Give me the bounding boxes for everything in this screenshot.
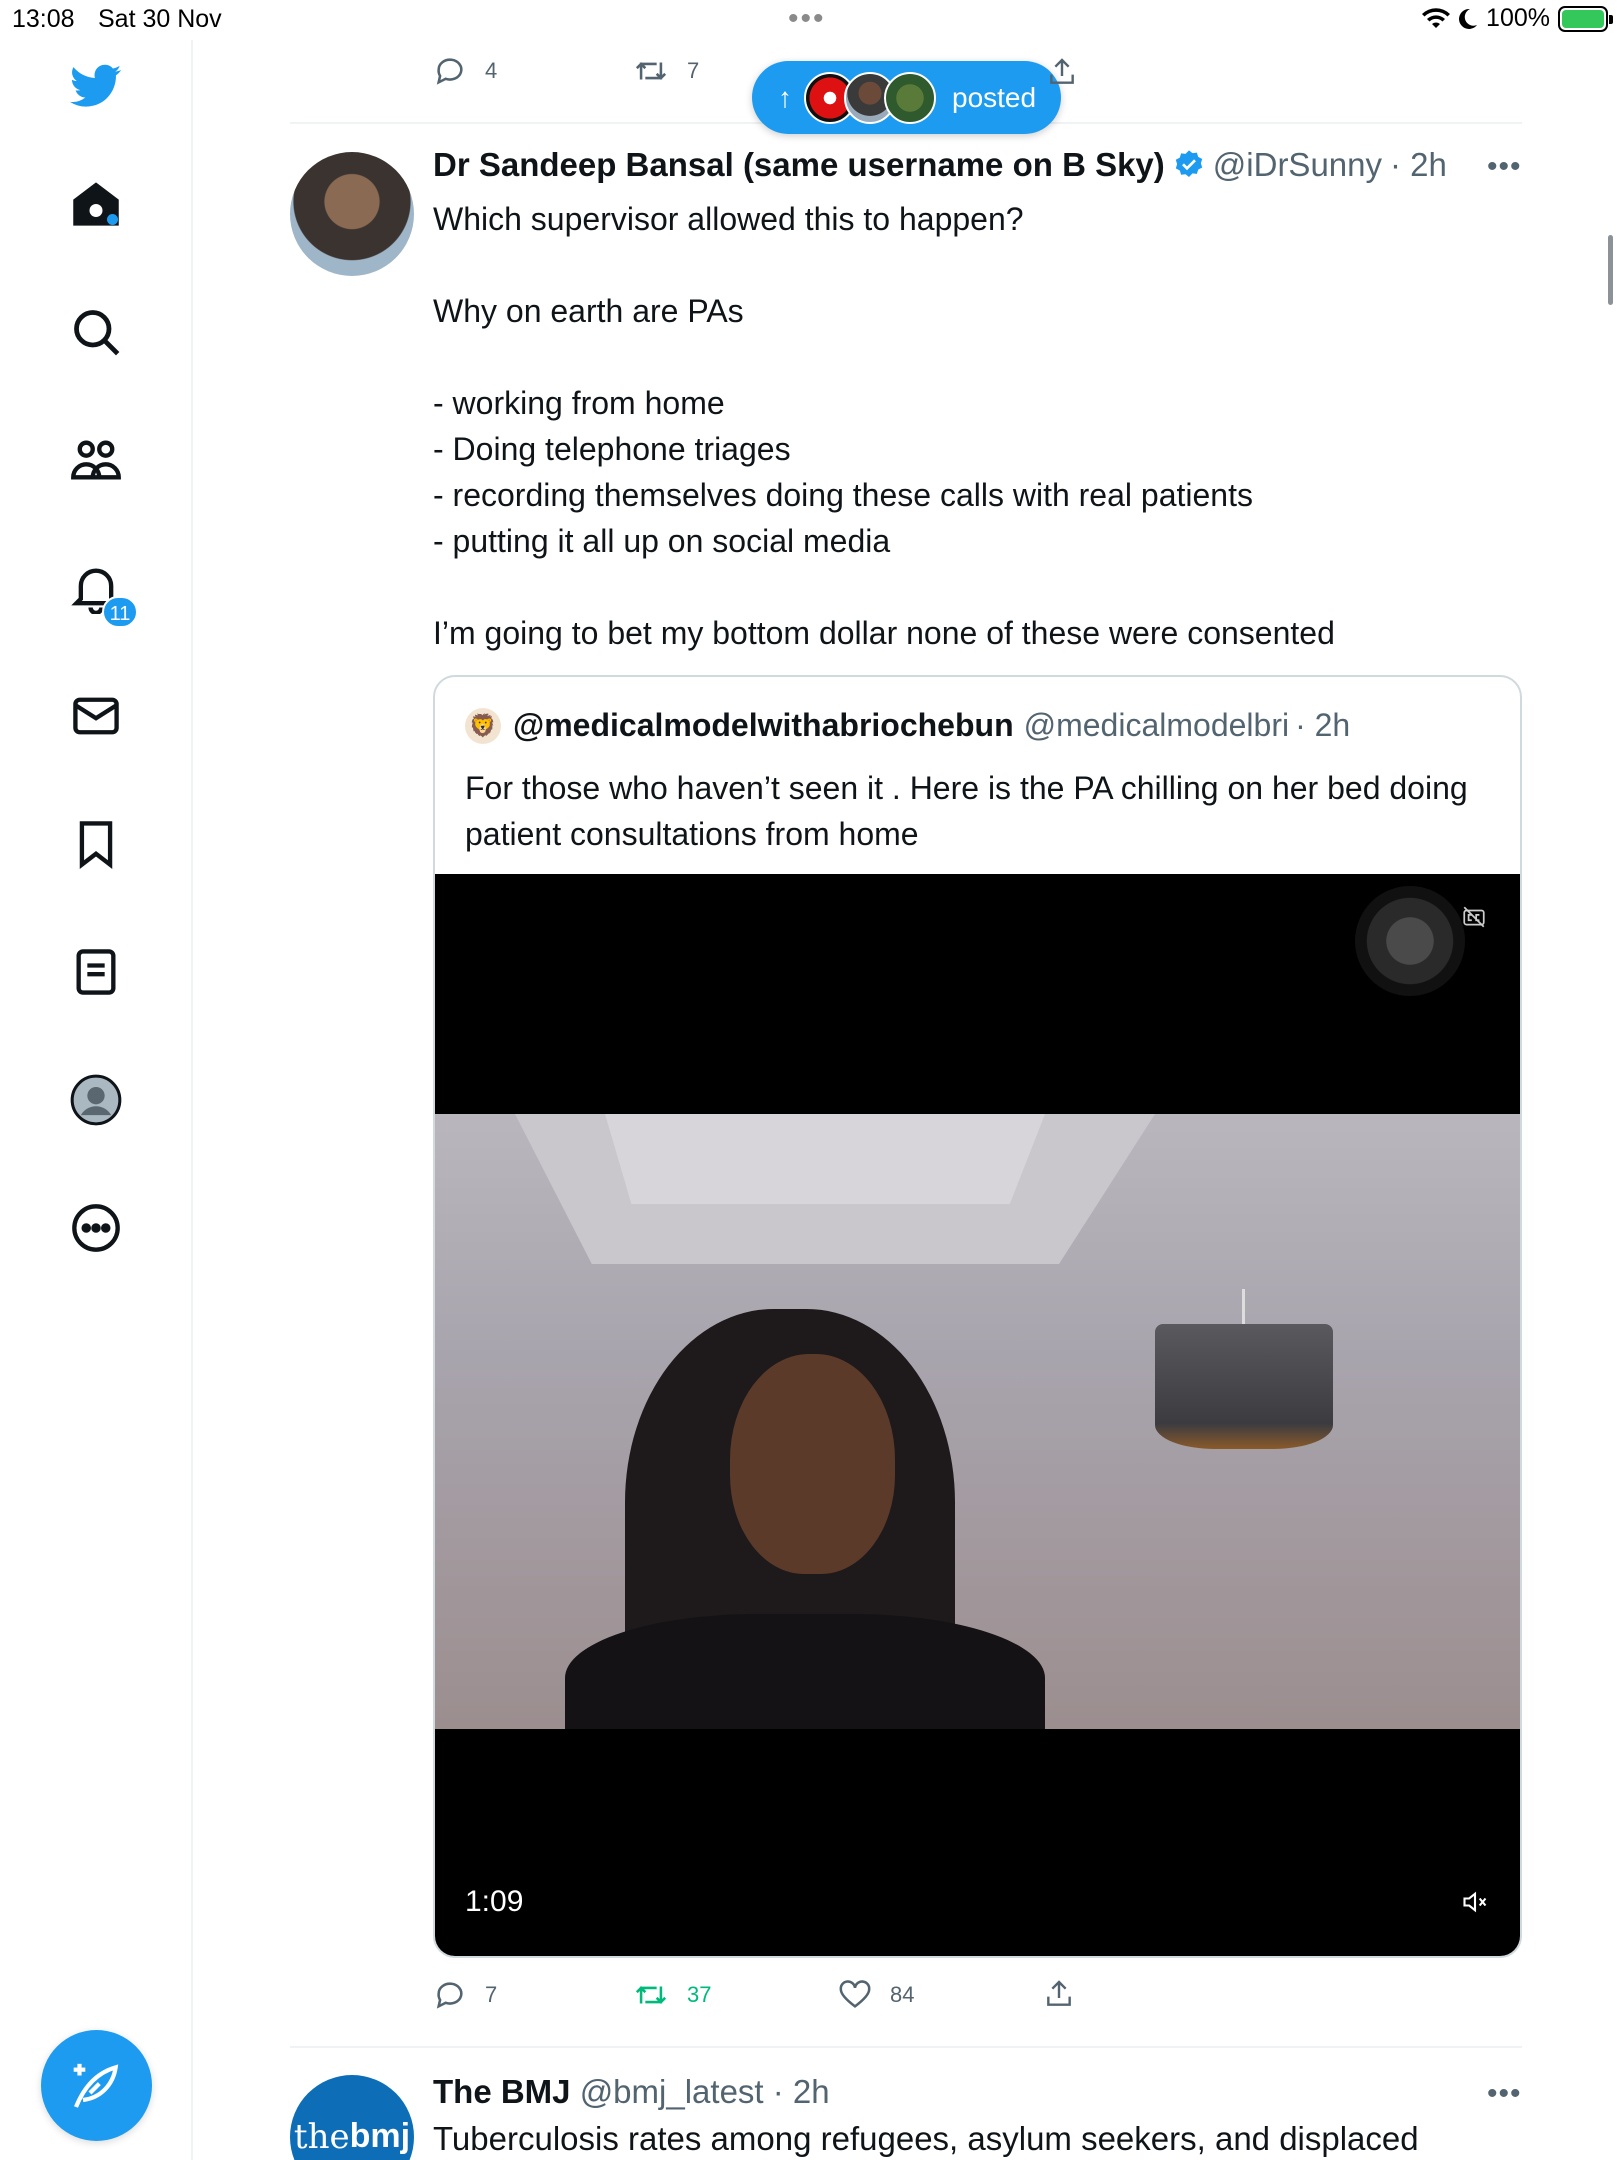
multitasking-dots-icon[interactable]: ••• <box>788 2 826 36</box>
retweet-button[interactable]: 7 <box>633 54 699 88</box>
quoted-tweet-header: 🦁 @medicalmodelwithabriochebun @medicalm… <box>465 707 1350 744</box>
reply-button[interactable]: 7 <box>433 1978 497 2012</box>
tweet-divider <box>290 2046 1522 2048</box>
compose-icon <box>73 2063 118 2108</box>
video-frame <box>435 1114 1520 1729</box>
tweet-paragraph: - working from home - Doing telephone tr… <box>433 385 1253 559</box>
captions-icon[interactable] <box>1461 904 1487 930</box>
quoted-author-avatar: 🦁 <box>465 707 501 744</box>
author-avatar[interactable] <box>290 152 414 276</box>
tweet-paragraph: Why on earth are PAs <box>433 293 744 329</box>
next-author-name[interactable]: The BMJ <box>433 2073 571 2110</box>
poster-avatar <box>884 71 936 124</box>
mute-icon[interactable] <box>1461 1888 1489 1916</box>
retweet-button[interactable]: 37 <box>633 1978 711 2012</box>
quoted-author-handle: @medicalmodelbri <box>1023 707 1290 743</box>
tweet-time: · 2h <box>1390 146 1447 183</box>
bmj-avatar-text-a: the <box>293 2117 350 2157</box>
tweet-text: Which supervisor allowed this to happen?… <box>433 196 1513 656</box>
sidebar: 11 <box>0 40 193 2160</box>
bookmarks-icon[interactable] <box>70 818 122 870</box>
home-unread-dot <box>107 214 118 225</box>
retweet-icon <box>635 1986 667 2004</box>
battery-charging-icon <box>1558 5 1613 32</box>
video-scene-lamp <box>1155 1324 1333 1449</box>
quoted-author-name: @medicalmodelwithabriochebun <box>513 707 1014 743</box>
reply-button[interactable]: 4 <box>433 54 497 88</box>
tweet-header: Dr Sandeep Bansal (same username on B Sk… <box>433 146 1447 184</box>
share-button[interactable] <box>1043 1978 1075 2016</box>
author-handle[interactable]: @iDrSunny <box>1213 146 1382 184</box>
video-scene-person-face <box>730 1354 895 1574</box>
status-indicators: 100% <box>1422 4 1613 33</box>
video-scene-ceiling-panel <box>605 1114 1045 1204</box>
bmj-avatar-text-b: bmj <box>349 2117 411 2155</box>
heart-icon <box>839 1980 871 2008</box>
new-posts-pill[interactable]: ↑ posted <box>752 61 1061 134</box>
like-count: 84 <box>890 1982 915 2007</box>
retweet-count: 37 <box>687 1982 712 2007</box>
reply-count: 4 <box>485 58 498 83</box>
next-tweet-more-icon[interactable]: ••• <box>1487 2077 1522 2111</box>
verified-badge-icon <box>1175 150 1202 177</box>
messages-icon[interactable] <box>70 690 122 742</box>
compose-button[interactable] <box>41 2030 152 2141</box>
tweet-more-icon[interactable]: ••• <box>1487 150 1522 184</box>
next-author-handle[interactable]: @bmj_latest <box>580 2073 764 2110</box>
next-tweet-text: Tuberculosis rates among refugees, asylu… <box>433 2120 1419 2157</box>
quoted-tweet-text: For those who haven’t seen it . Here is … <box>465 770 1468 852</box>
battery-percent: 100% <box>1486 4 1550 32</box>
scrollbar[interactable] <box>1608 235 1613 305</box>
reply-icon <box>436 1982 463 2009</box>
tweet-actions: 7 37 84 <box>433 1978 1133 2018</box>
posted-label: posted <box>952 81 1037 113</box>
share-icon[interactable] <box>1046 56 1078 88</box>
video-scene-person-body <box>565 1614 1045 1729</box>
reply-count: 7 <box>485 1982 498 2007</box>
video-overlay-button <box>1355 886 1465 996</box>
moon-icon <box>1459 8 1478 29</box>
retweet-icon <box>635 62 667 80</box>
video-duration: 1:09 <box>465 1885 524 1918</box>
next-tweet-header: The BMJ @bmj_latest · 2h <box>433 2073 830 2111</box>
more-icon[interactable] <box>70 1202 122 1254</box>
share-icon <box>1047 1980 1071 2006</box>
quoted-tweet[interactable]: 🦁 @medicalmodelwithabriochebun @medicalm… <box>433 675 1522 1958</box>
profile-icon[interactable] <box>70 1074 122 1126</box>
notifications-badge: 11 <box>102 596 138 628</box>
quoted-tweet-time: · 2h <box>1295 707 1351 743</box>
reply-icon <box>436 58 463 85</box>
retweet-count: 7 <box>687 58 700 83</box>
next-tweet-time: · 2h <box>772 2073 830 2110</box>
status-bar: 13:08 Sat 30 Nov ••• 100% <box>0 0 1620 40</box>
lists-icon[interactable] <box>70 946 122 998</box>
tweet-paragraph: I’m going to bet my bottom dollar none o… <box>433 615 1335 651</box>
tweet-paragraph: Which supervisor allowed this to happen? <box>433 201 1024 237</box>
communities-icon[interactable] <box>70 434 122 486</box>
status-date: Sat 30 Nov <box>98 5 222 33</box>
like-button[interactable]: 84 <box>838 1978 914 2012</box>
arrow-up-icon: ↑ <box>778 81 792 113</box>
status-time: 13:08 <box>12 5 75 33</box>
search-icon[interactable] <box>70 306 122 358</box>
author-name[interactable]: Dr Sandeep Bansal (same username on B Sk… <box>433 146 1165 184</box>
video-player[interactable]: 1:09 <box>435 874 1520 1956</box>
twitter-logo-icon[interactable] <box>70 60 122 112</box>
wifi-icon <box>1422 7 1451 28</box>
